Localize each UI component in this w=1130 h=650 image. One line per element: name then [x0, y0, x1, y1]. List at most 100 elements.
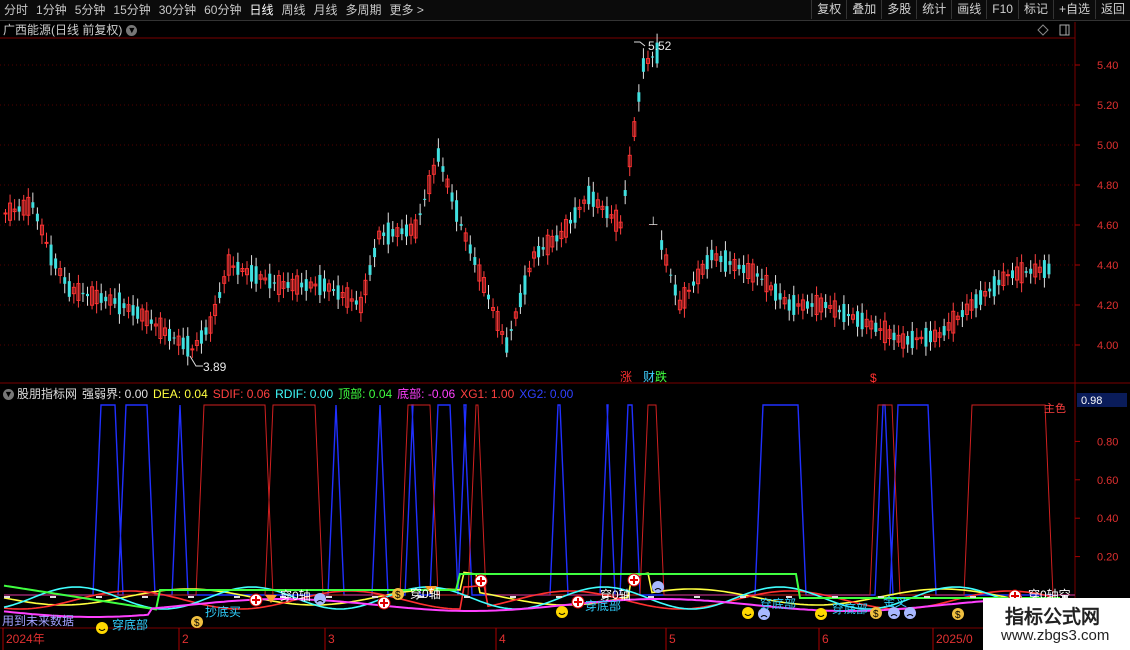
signal-label-2: 穿0轴 — [280, 588, 311, 603]
candle-body — [710, 249, 714, 261]
right-red-label: 主色 — [1044, 401, 1066, 415]
candle-body — [569, 219, 573, 224]
signal-label-1: 抄底买 — [205, 604, 241, 619]
candle-body — [31, 202, 35, 208]
candle-body — [17, 206, 21, 212]
dollar-signal-icon: $ — [191, 616, 203, 629]
candle-body — [906, 335, 910, 345]
candle-body — [181, 337, 185, 350]
price-tick-label-3: 4.80 — [1097, 180, 1118, 192]
candle-body — [537, 246, 541, 258]
candle-body — [486, 294, 490, 300]
candle-body — [268, 273, 272, 289]
candle-body — [1010, 270, 1014, 279]
indicator-tick-label-3: 0.40 — [1097, 513, 1118, 525]
price-annotations: 5.52 3.89 涨财跌 $ ⊥ — [189, 39, 877, 385]
price-grid — [0, 64, 1075, 346]
candle-body — [382, 232, 386, 236]
dollar-signal-icon: $ — [952, 608, 964, 621]
candle-body — [391, 229, 395, 237]
signal-label-7: 穿底部 — [832, 601, 868, 616]
xg1-line — [4, 404, 1075, 596]
indicator-value-7: XG2: 0.00 — [519, 387, 574, 401]
candle-body — [404, 224, 408, 237]
date-label-4: 5 — [669, 632, 676, 646]
candle-body — [286, 282, 290, 288]
candle-body — [272, 282, 276, 284]
candle-body — [455, 200, 459, 222]
price-tick-label-4: 4.60 — [1097, 220, 1118, 232]
candle-body — [856, 311, 860, 327]
candle-body — [450, 192, 454, 202]
chart-canvas[interactable]: 5.40 5.20 5.00 4.80 4.60 4.40 4.20 4.00 5.52 3.8… — [0, 0, 1130, 650]
price-tick-label-5: 4.40 — [1097, 260, 1118, 272]
candle-body — [1047, 263, 1051, 275]
candle-body — [737, 264, 741, 270]
date-label-1: 2 — [182, 632, 189, 646]
candle-body — [86, 293, 90, 297]
finance-marker: 财 — [643, 370, 655, 384]
candle-body — [541, 247, 545, 250]
signal-label-5: 穿0轴 — [600, 587, 631, 602]
candle-body — [332, 289, 336, 291]
chevron-down-icon[interactable]: ▼ — [3, 388, 14, 400]
candle-body — [63, 277, 67, 284]
diamond-icon[interactable] — [1037, 24, 1049, 36]
candle-body — [473, 257, 477, 265]
candle-body — [1024, 271, 1028, 273]
candle-body — [723, 250, 727, 272]
indicator-value-0: 强弱界: 0.00 — [82, 387, 149, 401]
candlestick-series — [3, 33, 1051, 366]
candle-body — [441, 166, 445, 172]
candle-body — [651, 56, 655, 58]
limit-up-marker: 涨 — [620, 369, 632, 384]
candle-body — [910, 330, 914, 349]
low-price-label: 3.89 — [203, 360, 227, 374]
candle-body — [997, 279, 1001, 286]
candle-body — [846, 313, 850, 317]
svg-text:$: $ — [873, 609, 879, 620]
candle-body — [423, 198, 427, 200]
candle-body — [591, 191, 595, 207]
candle-body — [136, 306, 140, 319]
candle-body — [49, 244, 53, 266]
candle-body — [641, 58, 645, 72]
high-marker-pointer — [634, 41, 646, 47]
candle-body — [254, 266, 258, 284]
indicator-value-6: XG1: 1.00 — [460, 387, 515, 401]
high-price-label: 5.52 — [648, 39, 672, 53]
candle-body — [810, 303, 814, 307]
window-icon[interactable] — [1059, 24, 1070, 36]
candle-body — [928, 330, 932, 343]
candle-body — [113, 298, 117, 304]
candle-body — [1005, 274, 1010, 277]
indicator-name: 股朋指标网 — [17, 387, 78, 401]
candle-body — [322, 278, 326, 292]
candle-body — [1042, 260, 1046, 278]
watermark-line1: 指标公式网 — [1005, 606, 1101, 628]
candle-body — [1029, 268, 1033, 274]
candle-body — [842, 303, 846, 323]
candle-body — [555, 235, 559, 242]
candle-body — [3, 212, 8, 215]
signal-label-3: 穿0轴 — [410, 586, 441, 601]
signal-label-0: 穿底部 — [112, 617, 148, 632]
candle-body — [81, 292, 85, 295]
candle-body — [988, 288, 992, 292]
price-axis: 5.40 5.20 5.00 4.80 4.60 4.40 4.20 4.00 — [1075, 60, 1118, 352]
signal-label-10: 用到未来数据 — [2, 613, 74, 628]
candle-body — [805, 301, 809, 309]
candle-body — [250, 265, 254, 282]
candle-body — [705, 255, 709, 270]
indicator-lines — [3, 404, 1075, 618]
candle-body — [692, 281, 696, 286]
candle-body — [54, 258, 58, 269]
candle-body — [992, 276, 996, 297]
candle-body — [300, 282, 304, 288]
candle-body — [686, 289, 691, 292]
svg-text:$: $ — [955, 610, 961, 621]
candle-body — [190, 348, 195, 351]
candle-body — [523, 275, 527, 295]
indicator-value-1: DEA: 0.04 — [153, 387, 208, 401]
plus-signal-icon — [474, 574, 488, 588]
